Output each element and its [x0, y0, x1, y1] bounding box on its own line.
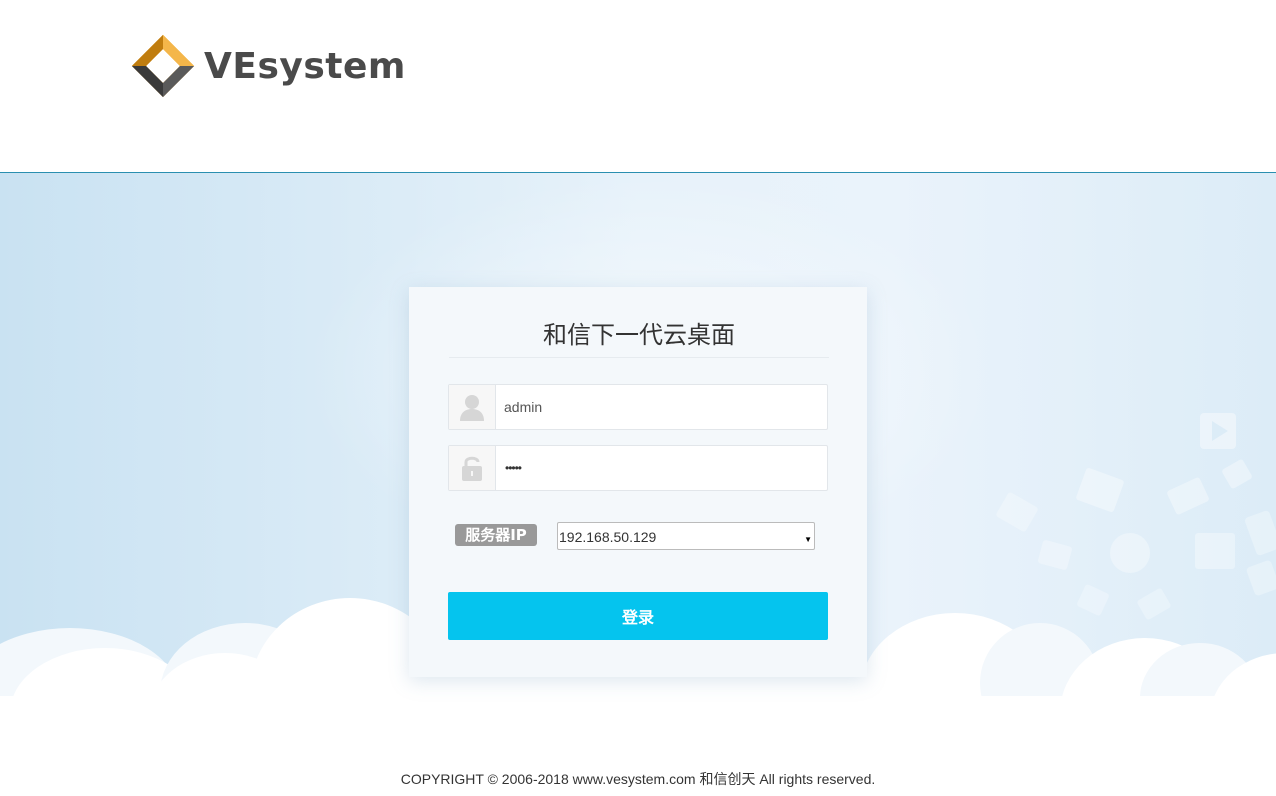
- password-field[interactable]: •••••: [448, 445, 828, 491]
- decorative-icons: [996, 413, 1276, 620]
- login-card: 和信下一代云桌面 ••••• 服务器IP 192.168.50.129 ▼ 登录: [409, 287, 867, 677]
- server-ip-select[interactable]: 192.168.50.129 ▼: [557, 522, 815, 550]
- footer-copyright: COPYRIGHT © 2006-2018 www.vesystem.com 和…: [400, 771, 876, 787]
- server-ip-label: 服务器IP: [455, 524, 537, 546]
- title-divider: [449, 357, 829, 358]
- user-icon: [449, 385, 496, 429]
- chevron-down-icon: ▼: [804, 535, 812, 544]
- vesystem-logo-icon: [131, 34, 195, 98]
- username-input[interactable]: [496, 385, 824, 429]
- login-button[interactable]: 登录: [448, 592, 828, 640]
- brand-name: VEsystem: [204, 45, 406, 87]
- brand-logo: VEsystem: [131, 34, 406, 98]
- lock-icon: [449, 446, 496, 490]
- username-field[interactable]: [448, 384, 828, 430]
- server-ip-value: 192.168.50.129: [559, 529, 657, 545]
- login-title: 和信下一代云桌面: [543, 321, 735, 349]
- password-input[interactable]: •••••: [505, 446, 522, 490]
- page-header: VEsystem: [0, 0, 1276, 173]
